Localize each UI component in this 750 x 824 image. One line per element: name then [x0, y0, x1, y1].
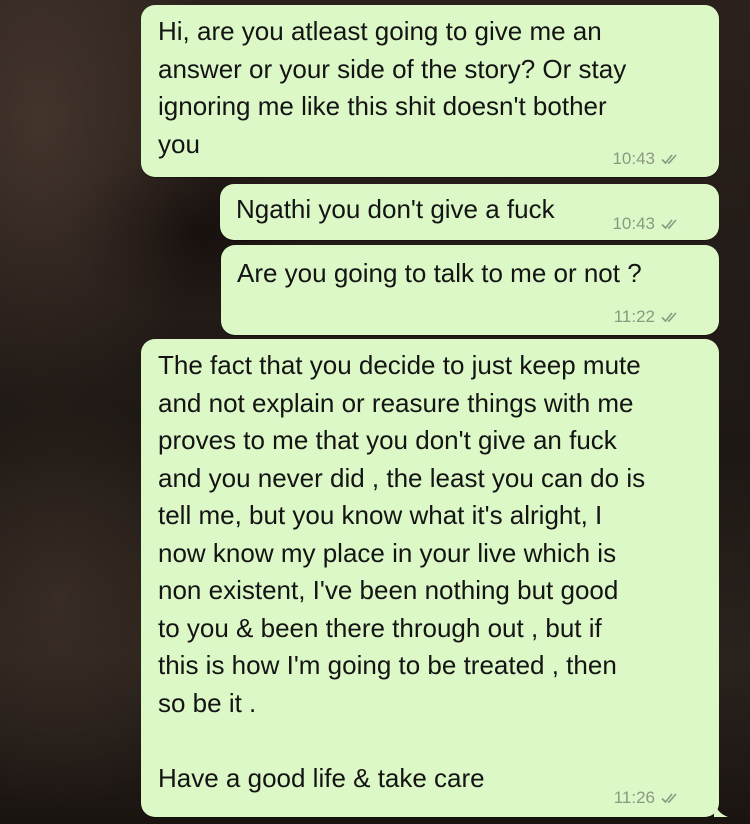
message-meta: 10:43: [612, 214, 681, 234]
message-text: Hi, are you atleast going to give me an …: [158, 16, 627, 159]
message-meta: 11:26: [614, 788, 681, 808]
message-meta: 10:43: [612, 149, 681, 169]
message-bubble-3[interactable]: Are you going to talk to me or not ? 11:…: [221, 245, 719, 335]
double-check-icon: [661, 793, 677, 804]
message-time: 10:43: [612, 149, 655, 168]
message-time: 11:22: [613, 307, 655, 326]
double-check-icon: [661, 154, 677, 165]
message-time: 11:26: [613, 788, 655, 807]
message-bubble-1[interactable]: Hi, are you atleast going to give me an …: [141, 5, 719, 177]
message-bubble-2[interactable]: Ngathi you don't give a fuck 10:43: [220, 184, 719, 240]
message-text: Are you going to talk to me or not ?: [237, 258, 642, 288]
double-check-icon: [661, 219, 677, 230]
message-time: 10:43: [612, 214, 655, 233]
message-text: The fact that you decide to just keep mu…: [158, 350, 646, 793]
double-check-icon: [661, 312, 677, 323]
message-meta: 11:22: [614, 307, 681, 327]
bubble-tail-icon: [714, 801, 728, 817]
message-bubble-4[interactable]: The fact that you decide to just keep mu…: [141, 339, 728, 817]
